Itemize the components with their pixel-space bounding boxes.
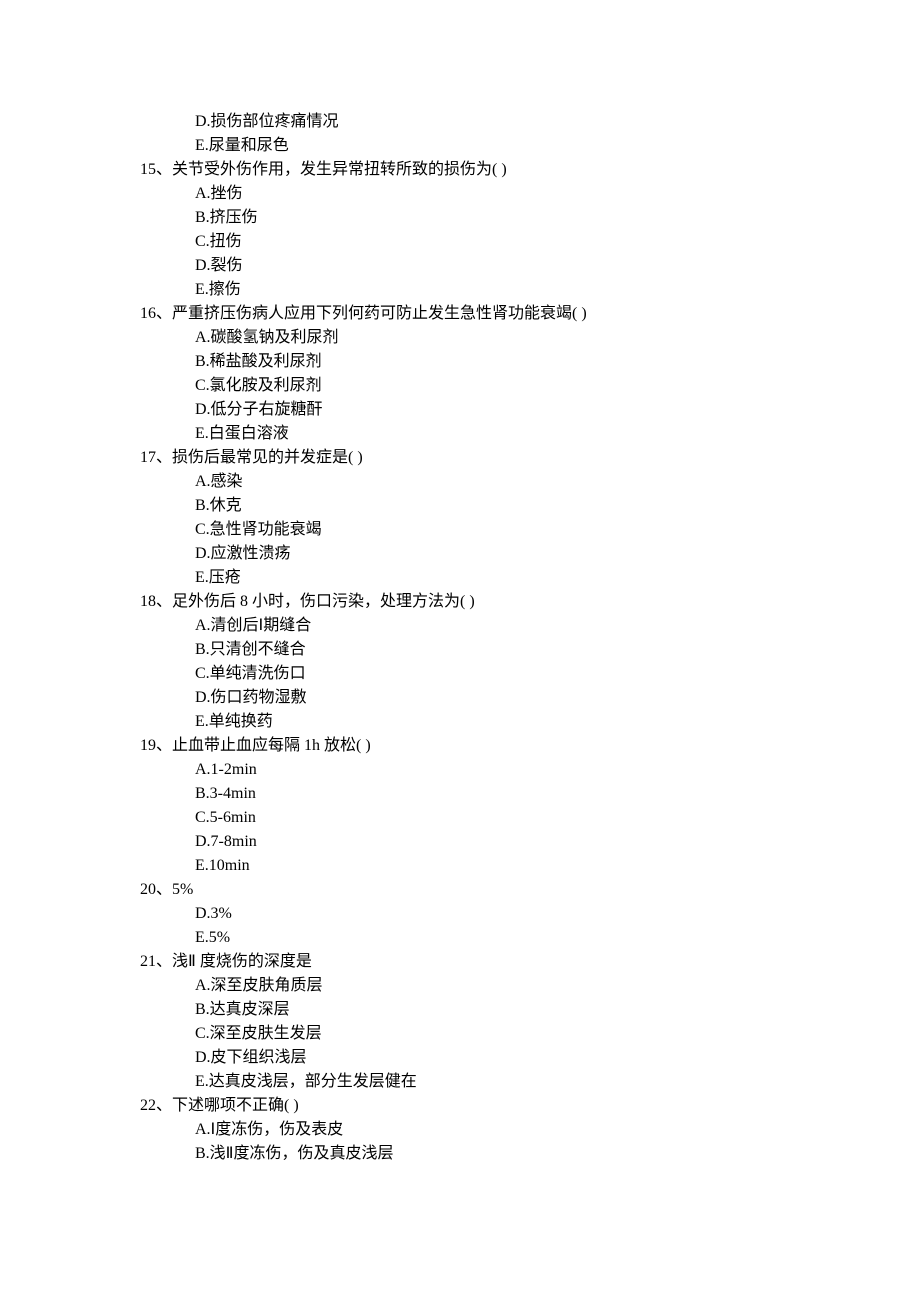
option-line: A.Ⅰ度冻伤，伤及表皮 xyxy=(195,1118,920,1142)
question-line: 22、下述哪项不正确( ) xyxy=(140,1094,920,1118)
option-line: C.急性肾功能衰竭 xyxy=(195,518,920,542)
option-line: B.达真皮深层 xyxy=(195,998,920,1022)
option-line: E.10min xyxy=(195,854,920,878)
option-line: E.白蛋白溶液 xyxy=(195,422,920,446)
option-line: D.皮下组织浅层 xyxy=(195,1046,920,1070)
option-line: E.压疮 xyxy=(195,566,920,590)
question-line: 17、损伤后最常见的并发症是( ) xyxy=(140,446,920,470)
option-line: B.浅Ⅱ度冻伤，伤及真皮浅层 xyxy=(195,1142,920,1166)
page-content: D.损伤部位疼痛情况E.尿量和尿色15、关节受外伤作用，发生异常扭转所致的损伤为… xyxy=(0,0,920,1166)
option-line: A.1-2min xyxy=(195,758,920,782)
option-line: C.氯化胺及利尿剂 xyxy=(195,374,920,398)
option-line: D.损伤部位疼痛情况 xyxy=(195,110,920,134)
option-line: E.单纯换药 xyxy=(195,710,920,734)
option-line: D.伤口药物湿敷 xyxy=(195,686,920,710)
option-line: A.挫伤 xyxy=(195,182,920,206)
option-line: D.7-8min xyxy=(195,830,920,854)
question-line: 16、严重挤压伤病人应用下列何药可防止发生急性肾功能衰竭( ) xyxy=(140,302,920,326)
option-line: C.深至皮肤生发层 xyxy=(195,1022,920,1046)
option-line: D.3% xyxy=(195,902,920,926)
option-line: A.深至皮肤角质层 xyxy=(195,974,920,998)
option-line: A.感染 xyxy=(195,470,920,494)
option-line: E.尿量和尿色 xyxy=(195,134,920,158)
option-line: E.擦伤 xyxy=(195,278,920,302)
option-line: B.挤压伤 xyxy=(195,206,920,230)
option-line: D.裂伤 xyxy=(195,254,920,278)
option-line: B.稀盐酸及利尿剂 xyxy=(195,350,920,374)
option-line: B.休克 xyxy=(195,494,920,518)
option-line: E.5% xyxy=(195,926,920,950)
question-line: 18、足外伤后 8 小时，伤口污染，处理方法为( ) xyxy=(140,590,920,614)
option-line: C.扭伤 xyxy=(195,230,920,254)
question-line: 19、止血带止血应每隔 1h 放松( ) xyxy=(140,734,920,758)
option-line: C.5-6min xyxy=(195,806,920,830)
option-line: E.达真皮浅层，部分生发层健在 xyxy=(195,1070,920,1094)
option-line: D.低分子右旋糖酐 xyxy=(195,398,920,422)
question-line: 20、5% xyxy=(140,878,920,902)
option-line: B.3-4min xyxy=(195,782,920,806)
option-line: C.单纯清洗伤口 xyxy=(195,662,920,686)
option-line: B.只清创不缝合 xyxy=(195,638,920,662)
question-line: 15、关节受外伤作用，发生异常扭转所致的损伤为( ) xyxy=(140,158,920,182)
option-line: A.清创后Ⅰ期缝合 xyxy=(195,614,920,638)
question-line: 21、浅Ⅱ 度烧伤的深度是 xyxy=(140,950,920,974)
option-line: D.应激性溃疡 xyxy=(195,542,920,566)
option-line: A.碳酸氢钠及利尿剂 xyxy=(195,326,920,350)
